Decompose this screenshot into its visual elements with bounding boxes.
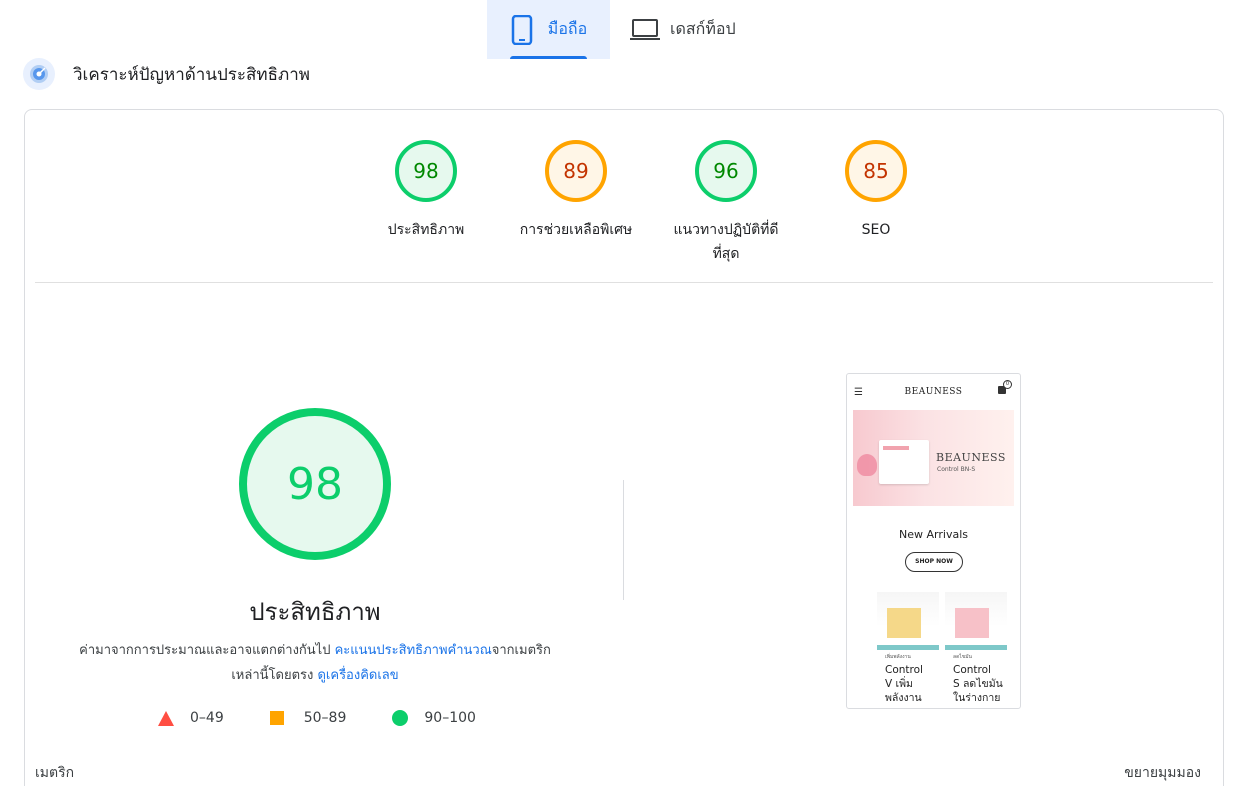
legend-fail: 0–49 [158,710,224,726]
flower-image [857,454,877,476]
divider [35,282,1213,283]
product-name-line: Control [885,664,923,676]
preview-heading: New Arrivals [899,528,968,541]
gauge-label: การช่วยเหลือพิเศษ [519,222,633,238]
product-box-image [879,440,929,484]
product-name-line: V เพิ่ม [885,678,913,690]
tab-desktop[interactable]: เดสก์ท็อป [610,0,760,59]
tab-desktop-label: เดสก์ท็อป [670,19,736,38]
product-name: Control S ลดไขมัน ในร่างกาย [953,663,1007,705]
gauge-performance[interactable]: 98 ประสิทธิภาพ [351,140,501,266]
shop-now-button: SHOP NOW [905,552,963,572]
preview-logo: BEAUNESS [904,387,963,397]
performance-description: ค่ามาจากการประมาณและอาจแตกต่างกันไป คะแน… [65,638,565,688]
report-card: 98 ประสิทธิภาพ 89 การช่วยเหลือพิเศษ 96 แ… [24,109,1224,786]
performance-title: ประสิทธิภาพ [249,598,381,626]
cart-icon [998,380,1012,394]
product-name: Control V เพิ่ม พลังงาน [885,663,939,705]
product-name-line: พลังงาน [885,692,922,704]
legend-fail-label: 0–49 [190,710,224,726]
section-title: วิเคราะห์ปัญหาด้านประสิทธิภาพ [73,64,310,85]
desc-text: ค่ามาจากการประมาณและอาจแตกต่างกันไป [79,643,335,658]
preview-header: ☰ BEAUNESS [847,374,1020,410]
legend-average: 50–89 [269,710,347,726]
banner-brand: BEAUNESS [936,451,1006,464]
legend-pass: 90–100 [392,710,476,726]
calculator-link[interactable]: ดูเครื่องคิดเลข [317,668,398,683]
triangle-icon [158,710,174,726]
gauge-label: ประสิทธิภาพ [387,222,465,238]
product-name-line: Control [953,664,991,676]
gauge-seo[interactable]: 85 SEO [801,140,951,266]
score-legend: 0–49 50–89 90–100 [158,710,476,726]
banner-subtitle: Control BN-S [937,466,976,473]
preview-product: เพิ่มพลังงาน Control V เพิ่ม พลังงาน [877,592,939,705]
product-image [877,592,939,650]
gauge-score: 89 [545,140,607,202]
vertical-divider [623,480,624,600]
gauge-score: 98 [395,140,457,202]
gauge-label: SEO [861,222,891,238]
product-tag: เพิ่มพลังงาน [885,654,911,660]
metrics-heading: เมตริก [35,765,75,781]
product-name-line: S ลดไขมัน [953,678,1003,690]
tab-mobile[interactable]: มือถือ [487,0,610,59]
preview-product: ลดไขมัน Control S ลดไขมัน ในร่างกาย [945,592,1007,705]
section-header: วิเคราะห์ปัญหาด้านประสิทธิภาพ [23,58,310,90]
radar-icon [23,58,55,90]
legend-average-label: 50–89 [303,710,347,726]
product-tag: ลดไขมัน [953,654,972,660]
gauge-best-practices[interactable]: 96 แนวทางปฏิบัติที่ดีที่สุด [651,140,801,266]
score-gauges: 98 ประสิทธิภาพ 89 การช่วยเหลือพิเศษ 96 แ… [351,140,951,266]
page-screenshot-preview: ☰ BEAUNESS BEAUNESS Control BN-S New Arr… [846,373,1021,709]
expand-view-toggle[interactable]: ขยายมุมมอง [1124,762,1201,784]
square-icon [269,711,284,725]
smartphone-icon [510,14,534,45]
tab-mobile-label: มือถือ [547,19,588,38]
gauge-accessibility[interactable]: 89 การช่วยเหลือพิเศษ [501,140,651,266]
laptop-icon [630,15,660,45]
device-tabs: มือถือ เดสก์ท็อป [487,0,760,59]
gauge-label: แนวทางปฏิบัติที่ดีที่สุด [673,222,779,262]
preview-banner: BEAUNESS Control BN-S [853,410,1014,506]
legend-pass-label: 90–100 [424,710,476,726]
gauge-score: 85 [845,140,907,202]
product-name-line: ในร่างกาย [953,692,1001,704]
gauge-score: 96 [695,140,757,202]
score-calc-link[interactable]: คะแนนประสิทธิภาพคำนวณ [335,643,492,658]
product-image [945,592,1007,650]
circle-icon [392,710,409,726]
performance-score-gauge: 98 [239,408,391,560]
